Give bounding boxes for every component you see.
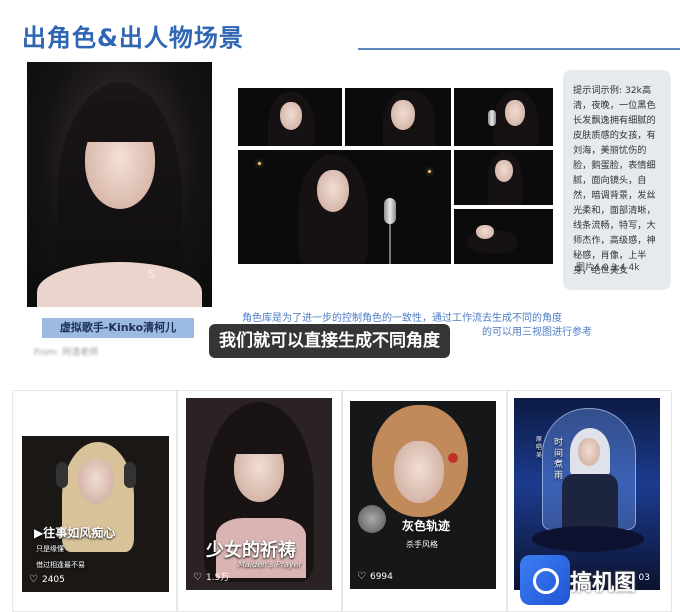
stage-platform <box>532 526 644 552</box>
headphones-icon <box>124 462 136 488</box>
prompt-meta: 图片4.0 3:4 4k <box>576 263 640 273</box>
grid-face <box>317 170 349 212</box>
like-count-value: 2405 <box>41 575 65 585</box>
presentation-slide: 出角色&出人物场景 S 虚拟歌手-Kinko清柯儿 From: 阿清老师 提示词… <box>0 0 680 380</box>
card-title: 少女的祈祷 <box>206 540 296 561</box>
microphone-icon <box>488 110 496 126</box>
grid-face <box>505 100 525 126</box>
grid-face <box>391 100 415 130</box>
card-subtitle: 原唱·吴 <box>536 436 544 459</box>
card-title: 灰色轨迹 <box>402 519 451 533</box>
grid-face <box>280 102 302 130</box>
stage-light <box>258 162 261 165</box>
heart-icon: ♡ <box>193 572 202 583</box>
microphone-icon <box>384 198 396 224</box>
slide-title: 出角色&出人物场景 <box>22 24 244 52</box>
headphones-icon <box>56 462 68 488</box>
card-subtitle: Maiden's Prayer <box>238 560 302 569</box>
stage-light <box>428 170 431 173</box>
like-count-value: 1.5万 <box>205 573 230 583</box>
like-count: 03 <box>639 573 650 583</box>
video-card[interactable]: 灰色轨迹 杀手风格 ♡ 6994 <box>350 401 496 589</box>
note-line-2: 的可以用三视图进行参考 <box>482 327 592 338</box>
grid-image-5 <box>454 150 553 205</box>
like-count: ♡ 6994 <box>357 571 393 582</box>
microphone-stand <box>389 224 391 264</box>
site-logo-text: 搞机图 <box>570 571 637 596</box>
card-subtitle: 借过相逢最不易 <box>36 561 85 569</box>
card-title: ▶往事如风痴心 <box>34 526 116 540</box>
like-count-value: 6994 <box>369 572 393 582</box>
like-count: ♡ 1.5万 <box>193 570 229 583</box>
heart-icon: ♡ <box>357 571 366 582</box>
video-subtitle: 我们就可以直接生成不同角度 <box>209 324 450 358</box>
heart-icon: ♡ <box>29 574 38 585</box>
card-bangs <box>226 424 292 454</box>
video-card[interactable]: ▶往事如风痴心 只是缘懂 借过相逢最不易 ♡ 2405 <box>22 436 169 592</box>
portrait-bangs <box>79 102 161 142</box>
card-face <box>578 438 600 466</box>
card-face <box>394 441 444 503</box>
grid-image-1 <box>238 88 342 146</box>
grid-face <box>495 160 513 182</box>
card-face <box>78 458 114 504</box>
earphone-icon <box>448 453 458 463</box>
card-title: 时间煮雨 <box>554 438 564 481</box>
title-divider <box>358 48 680 50</box>
grid-image-4 <box>238 150 451 264</box>
like-count: ♡ 2405 <box>29 574 65 585</box>
video-card[interactable]: 少女的祈祷 Maiden's Prayer ♡ 1.5万 <box>186 398 332 590</box>
main-character-portrait: S <box>27 62 212 307</box>
prompt-example-text: 提示词示例: 32k高清，夜晚，一位黑色长发飘逸拥有细腻的皮肤质感的女孩，有刘海… <box>573 85 656 276</box>
portrait-caption: 虚拟歌手-Kinko清柯儿 <box>42 318 194 338</box>
card-subtitle: 杀手风格 <box>406 540 438 549</box>
logo-ring-icon <box>533 568 559 594</box>
like-count-value: 03 <box>638 573 650 583</box>
microphone-icon <box>358 505 386 533</box>
grid-face <box>476 225 494 239</box>
grid-image-2 <box>345 88 451 146</box>
grid-image-3 <box>454 88 553 146</box>
portrait-watermark: S <box>147 267 156 281</box>
grid-image-6 <box>454 209 553 264</box>
card-dress <box>562 474 618 534</box>
from-label: From: 阿清老师 <box>34 348 99 358</box>
card-subtitle: 只是缘懂 <box>36 545 64 553</box>
